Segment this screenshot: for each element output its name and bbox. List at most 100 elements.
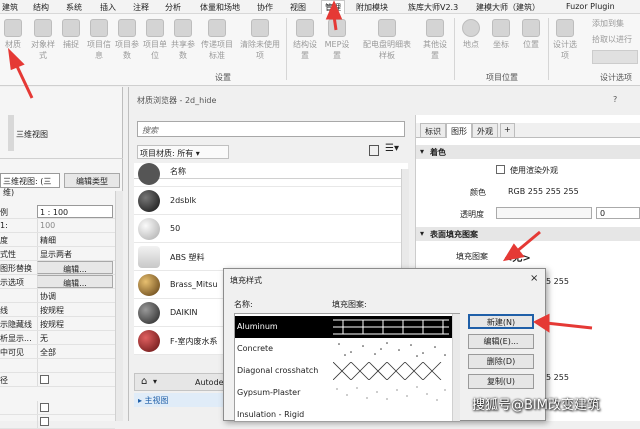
prop-value[interactable]: 全部	[37, 345, 113, 358]
mep-settings-button[interactable]: MEP设置	[324, 16, 350, 68]
materials-button[interactable]: 材质	[0, 16, 26, 68]
pattern-list-scrollbar[interactable]	[452, 314, 460, 421]
menu-item-collaborate[interactable]: 协作	[257, 2, 273, 13]
prop-value[interactable]: 精细	[37, 233, 113, 246]
home-view-tree-item[interactable]: ▸ 主视图	[138, 395, 169, 406]
pattern-row-diagonal-crosshatch[interactable]: Diagonal crosshatch	[235, 360, 453, 382]
transparency-input[interactable]: 0	[596, 207, 640, 219]
fill-dialog-title: 填充样式	[230, 276, 262, 285]
menu-item-fuzor[interactable]: Fuzor Plugin	[566, 2, 615, 11]
menu-item-family-library[interactable]: 族库大师V2.3	[408, 2, 458, 13]
tab-graphics[interactable]: 图形	[446, 123, 472, 138]
tab-identity[interactable]: 标识	[420, 123, 446, 138]
section-box-checkbox[interactable]	[40, 375, 49, 384]
prop-value[interactable]: 按规程	[37, 317, 113, 330]
pattern-row-concrete[interactable]: Concrete	[235, 338, 453, 360]
chevron-down-icon[interactable]: ▾	[153, 377, 157, 386]
transparency-label: 透明度	[460, 210, 484, 219]
transfer-standards-label: 传递项目标准	[201, 40, 233, 60]
prop-value	[37, 415, 113, 428]
additional-settings-button[interactable]: 其他设置	[422, 16, 448, 68]
type-selector[interactable]: 三维视图: (三维)	[0, 173, 60, 197]
new-pattern-button[interactable]: 新建(N)	[468, 314, 534, 329]
help-button[interactable]: ?	[613, 95, 617, 104]
design-options-button[interactable]: 设计选项	[552, 16, 578, 68]
list-options-icon[interactable]: ☰▾	[385, 143, 399, 154]
prop-value[interactable]: 显示两者	[37, 247, 113, 260]
menu-item-systems[interactable]: 系统	[66, 2, 82, 13]
properties-scrollbar[interactable]	[115, 191, 123, 421]
list-item[interactable]: 50	[134, 215, 408, 243]
pattern-row-aluminum[interactable]: Aluminum	[235, 316, 453, 338]
object-styles-button[interactable]: 对象样式	[30, 16, 56, 68]
surface-pattern-header: 表面填充图案	[430, 230, 478, 239]
surface-pattern-section-header[interactable]: ▾ 表面填充图案	[416, 227, 640, 241]
material-swatch	[138, 302, 160, 324]
use-render-appearance-checkbox[interactable]	[496, 165, 505, 174]
prop-row: 示隐藏线 按规程	[0, 317, 115, 331]
project-info-label: 项目信息	[87, 40, 111, 60]
add-to-set-button[interactable]: 添加到集	[592, 18, 624, 29]
location-button[interactable]: 地点	[458, 16, 484, 68]
menu-item-insert[interactable]: 插入	[100, 2, 116, 13]
transparency-value: 0	[600, 209, 606, 218]
design-options-dropdown[interactable]	[592, 50, 638, 64]
menu-item-massing-site[interactable]: 体量和场地	[200, 2, 240, 13]
structural-settings-button[interactable]: 结构设置	[292, 16, 318, 68]
prop-value-input[interactable]: 1 : 100	[37, 205, 113, 218]
prop-value[interactable]: 协调	[37, 289, 113, 302]
column-name-header[interactable]: 名称	[170, 166, 186, 177]
coordinates-button[interactable]: 坐标	[488, 16, 514, 68]
graphic-overrides-edit-button[interactable]: 编辑...	[37, 261, 113, 274]
menu-item-structure[interactable]: 结构	[33, 2, 49, 13]
add-asset-button[interactable]: +	[500, 123, 515, 138]
menu-item-analyze[interactable]: 分析	[165, 2, 181, 13]
transfer-standards-button[interactable]: 传递项目标准	[200, 16, 234, 68]
display-options-edit-button[interactable]: 编辑...	[37, 275, 113, 288]
structural-settings-icon	[296, 19, 314, 37]
menu-item-annotate[interactable]: 注释	[133, 2, 149, 13]
purge-unused-button[interactable]: 清除未使用项	[240, 16, 280, 68]
delete-pattern-button[interactable]: 删除(D)	[468, 354, 534, 369]
prop-value[interactable]: 无	[37, 331, 113, 344]
surface-pattern-color[interactable]: 5 255	[546, 277, 569, 286]
fill-pattern-value[interactable]: <无>	[504, 249, 531, 264]
pick-to-edit-button[interactable]: 拾取以进行	[592, 34, 632, 45]
position-button[interactable]: 位置	[518, 16, 544, 68]
checkbox[interactable]	[40, 417, 49, 426]
edit-pattern-button[interactable]: 编辑(E)...	[468, 334, 534, 349]
search-input[interactable]: 搜索	[137, 121, 405, 137]
design-options-label: 设计选项	[553, 40, 577, 60]
pattern-row-insulation-rigid[interactable]: Insulation - Rigid	[235, 404, 453, 421]
duplicate-pattern-button[interactable]: 复制(U)	[468, 374, 534, 389]
close-icon[interactable]: ×	[530, 273, 538, 284]
material-name: 50	[170, 224, 181, 233]
view-toggle-icon[interactable]	[369, 145, 379, 156]
edit-type-button[interactable]: 编辑类型	[64, 173, 120, 188]
menu-item-modeling-master[interactable]: 建模大师（建筑）	[476, 2, 540, 13]
pattern-row-gypsum-plaster[interactable]: Gypsum-Plaster	[235, 382, 453, 404]
shared-params-button[interactable]: 共享参数	[170, 16, 196, 68]
transparency-slider[interactable]	[496, 207, 592, 219]
project-params-button[interactable]: 项目参数	[114, 16, 140, 68]
project-info-button[interactable]: 项目信息	[86, 16, 112, 68]
checkbox[interactable]	[40, 403, 49, 412]
tab-appearance[interactable]: 外观	[472, 123, 498, 138]
menu-item-addins[interactable]: 附加模块	[356, 2, 388, 13]
shading-section-header[interactable]: ▾ 着色	[416, 145, 640, 159]
snaps-button[interactable]: 捕捉	[58, 16, 84, 68]
project-units-button[interactable]: 项目单位	[142, 16, 168, 68]
menu-item-architecture[interactable]: 建筑	[2, 2, 18, 13]
list-item[interactable]: 2dsblk	[134, 187, 408, 215]
list-item[interactable]	[134, 163, 408, 187]
cut-pattern-color[interactable]: 5 255	[546, 373, 569, 382]
menu-item-manage[interactable]: 管理	[321, 0, 345, 14]
prop-key: 1:	[0, 221, 8, 230]
home-icon[interactable]: ⌂	[141, 376, 147, 387]
panel-schedule-button[interactable]: 配电盘明细表样板	[360, 16, 414, 68]
list-item[interactable]: ABS 塑料	[134, 243, 408, 271]
project-materials-filter[interactable]: 项目材质: 所有 ▾	[137, 145, 229, 159]
prop-value[interactable]: 按规程	[37, 303, 113, 316]
menu-item-view[interactable]: 视图	[290, 2, 306, 13]
color-value[interactable]: RGB 255 255 255	[508, 187, 579, 196]
